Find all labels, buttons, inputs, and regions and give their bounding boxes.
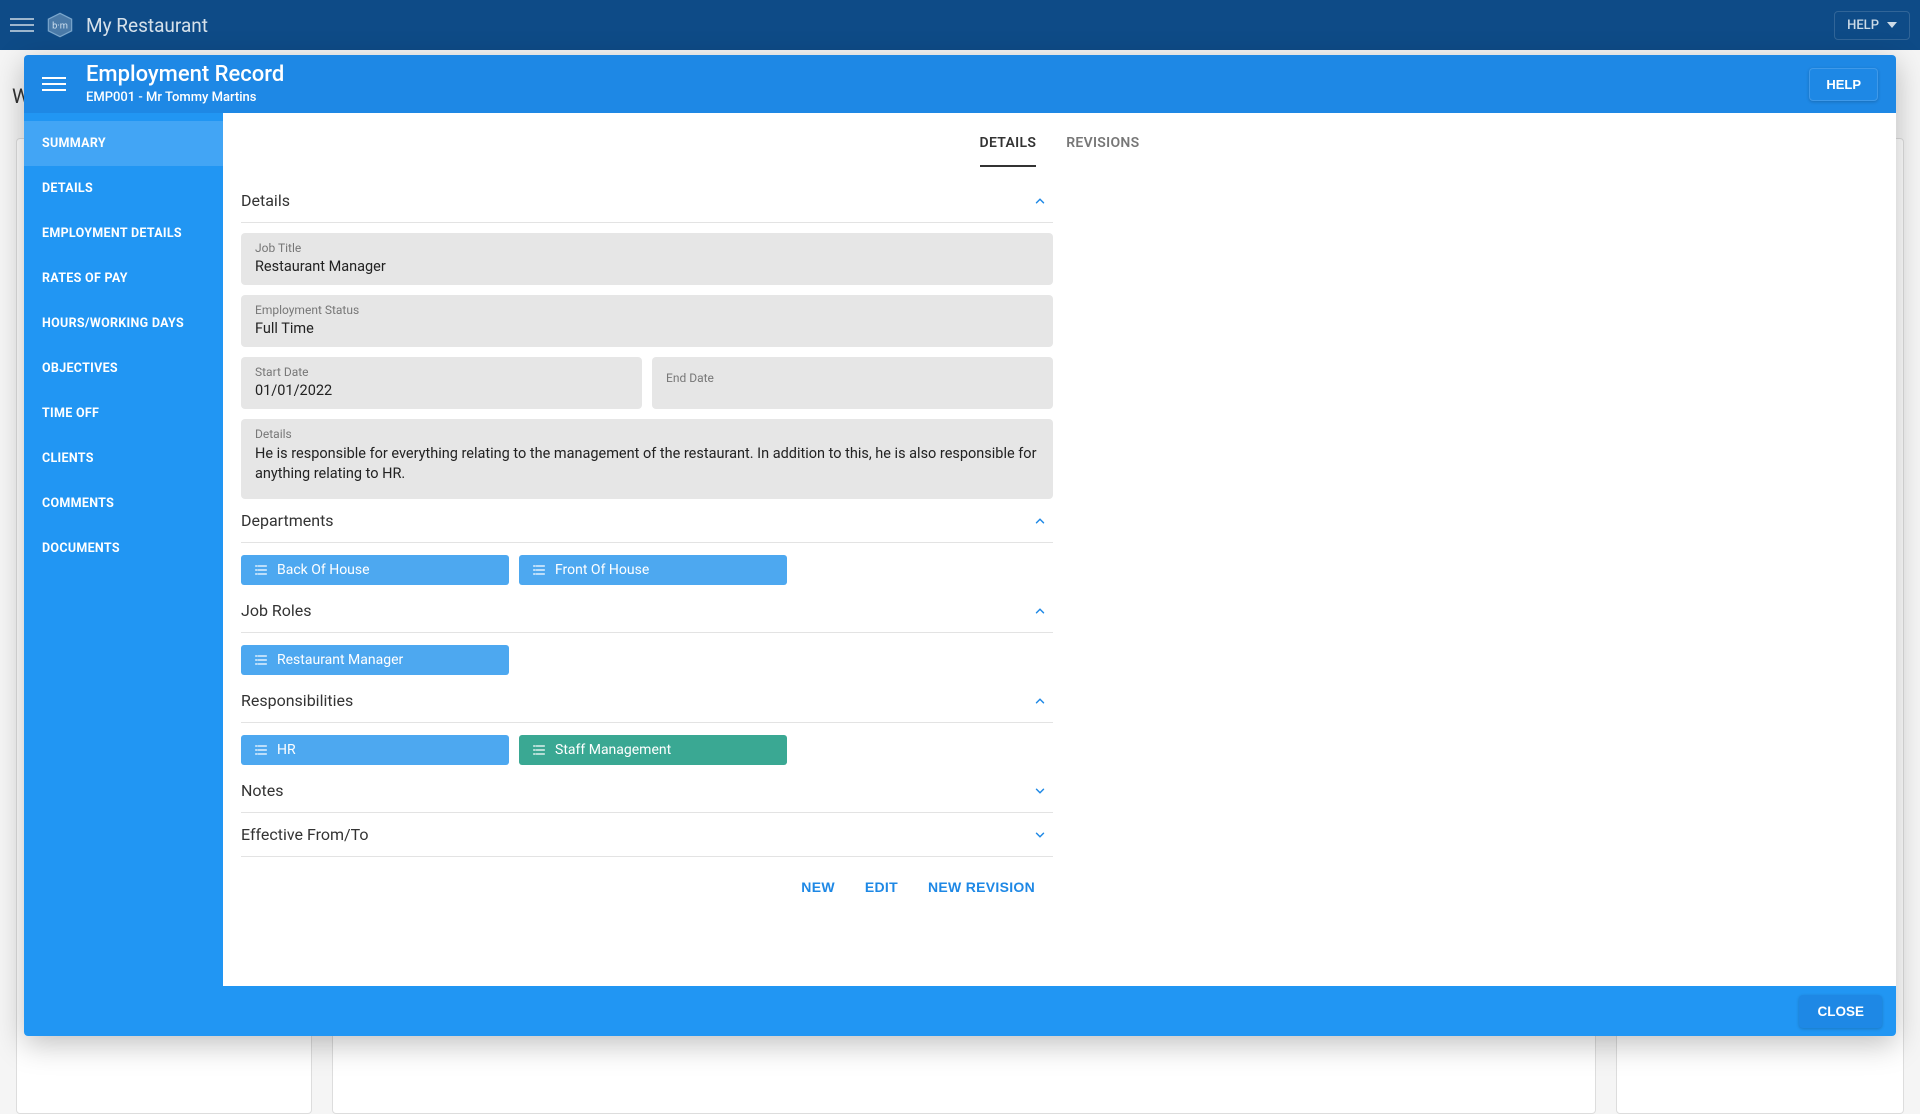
tab-revisions[interactable]: REVISIONS — [1066, 135, 1139, 167]
chevron-up-icon — [1033, 514, 1047, 528]
dialog-help-button[interactable]: HELP — [1809, 68, 1878, 101]
field-job-title[interactable]: Job Title Restaurant Manager — [241, 233, 1053, 285]
app-help-label: HELP — [1847, 18, 1879, 33]
section-header-responsibilities[interactable]: Responsibilities — [241, 679, 1053, 723]
chips-job-roles: Restaurant Manager — [241, 645, 1053, 675]
sidebar-item-summary[interactable]: SUMMARY — [24, 121, 223, 166]
chip-label: HR — [277, 742, 296, 758]
label-end-date: End Date — [666, 365, 1039, 391]
chip-responsibility[interactable]: Staff Management — [519, 735, 787, 765]
app-title: My Restaurant — [86, 14, 208, 37]
label-details-text: Details — [255, 427, 1039, 441]
chevron-down-icon — [1033, 828, 1047, 842]
list-icon — [253, 652, 269, 668]
field-end-date[interactable]: End Date — [652, 357, 1053, 409]
chip-department[interactable]: Back Of House — [241, 555, 509, 585]
section-header-effective[interactable]: Effective From/To — [241, 813, 1053, 857]
chip-label: Staff Management — [555, 742, 671, 758]
field-start-date[interactable]: Start Date 01/01/2022 — [241, 357, 642, 409]
section-title-effective: Effective From/To — [241, 825, 369, 844]
chip-responsibility[interactable]: HR — [241, 735, 509, 765]
new-revision-button[interactable]: NEW REVISION — [928, 879, 1035, 895]
value-employment-status: Full Time — [255, 320, 1039, 337]
dialog-main: DETAILS REVISIONS Details Job Title Rest… — [223, 113, 1896, 986]
value-job-title: Restaurant Manager — [255, 258, 1039, 275]
close-button[interactable]: CLOSE — [1799, 995, 1882, 1028]
app-menu-button[interactable] — [10, 13, 34, 37]
dialog-footer: CLOSE — [24, 986, 1896, 1036]
list-icon — [253, 742, 269, 758]
section-title-responsibilities: Responsibilities — [241, 691, 353, 710]
app-bar: b·m My Restaurant HELP — [0, 0, 1920, 50]
chevron-down-icon — [1033, 784, 1047, 798]
dialog-title: Employment Record — [86, 63, 284, 87]
section-header-job-roles[interactable]: Job Roles — [241, 589, 1053, 633]
section-title-job-roles: Job Roles — [241, 601, 312, 620]
sidebar-item-employment-details[interactable]: EMPLOYMENT DETAILS — [24, 211, 223, 256]
list-icon — [531, 562, 547, 578]
sidebar-item-rates-of-pay[interactable]: RATES OF PAY — [24, 256, 223, 301]
new-button[interactable]: NEW — [801, 879, 835, 895]
sidebar-item-hours-working-days[interactable]: HOURS/WORKING DAYS — [24, 301, 223, 346]
value-details-text: He is responsible for everything relatin… — [255, 444, 1039, 489]
section-header-departments[interactable]: Departments — [241, 499, 1053, 543]
chip-label: Restaurant Manager — [277, 652, 403, 668]
chip-label: Front Of House — [555, 562, 649, 578]
sidebar-item-comments[interactable]: COMMENTS — [24, 481, 223, 526]
tab-details[interactable]: DETAILS — [980, 135, 1037, 167]
sidebar-item-time-off[interactable]: TIME OFF — [24, 391, 223, 436]
section-title-details: Details — [241, 191, 290, 210]
chip-label: Back Of House — [277, 562, 370, 578]
form-actions: NEW EDIT NEW REVISION — [241, 857, 1053, 905]
chip-department[interactable]: Front Of House — [519, 555, 787, 585]
chips-departments: Back Of House Front Of House — [241, 555, 1053, 585]
field-details-text[interactable]: Details He is responsible for everything… — [241, 419, 1053, 499]
svg-text:b·m: b·m — [52, 21, 68, 32]
list-icon — [531, 742, 547, 758]
form-area: Details Job Title Restaurant Manager Emp… — [223, 167, 1053, 905]
list-icon — [253, 562, 269, 578]
label-job-title: Job Title — [255, 241, 1039, 255]
section-title-notes: Notes — [241, 781, 284, 800]
sidebar-item-details[interactable]: DETAILS — [24, 166, 223, 211]
dialog-sidebar: SUMMARY DETAILS EMPLOYMENT DETAILS RATES… — [24, 113, 223, 986]
section-title-departments: Departments — [241, 511, 334, 530]
label-employment-status: Employment Status — [255, 303, 1039, 317]
value-start-date: 01/01/2022 — [255, 382, 628, 399]
edit-button[interactable]: EDIT — [865, 879, 898, 895]
app-logo-icon: b·m — [46, 11, 74, 39]
dialog-subtitle: EMP001 - Mr Tommy Martins — [86, 90, 284, 105]
chips-responsibilities: HR Staff Management — [241, 735, 1053, 765]
sidebar-item-clients[interactable]: CLIENTS — [24, 436, 223, 481]
app-help-button[interactable]: HELP — [1834, 11, 1910, 40]
caret-down-icon — [1887, 20, 1897, 30]
sidebar-item-objectives[interactable]: OBJECTIVES — [24, 346, 223, 391]
dialog-header: Employment Record EMP001 - Mr Tommy Mart… — [24, 55, 1896, 113]
section-header-details[interactable]: Details — [241, 179, 1053, 223]
dialog-menu-button[interactable] — [42, 72, 66, 96]
chevron-up-icon — [1033, 604, 1047, 618]
section-header-notes[interactable]: Notes — [241, 769, 1053, 813]
employment-record-dialog: Employment Record EMP001 - Mr Tommy Mart… — [24, 55, 1896, 1036]
chip-job-role[interactable]: Restaurant Manager — [241, 645, 509, 675]
sidebar-item-documents[interactable]: DOCUMENTS — [24, 526, 223, 571]
chevron-up-icon — [1033, 194, 1047, 208]
tabs: DETAILS REVISIONS — [223, 113, 1896, 167]
chevron-up-icon — [1033, 694, 1047, 708]
field-employment-status[interactable]: Employment Status Full Time — [241, 295, 1053, 347]
label-start-date: Start Date — [255, 365, 628, 379]
